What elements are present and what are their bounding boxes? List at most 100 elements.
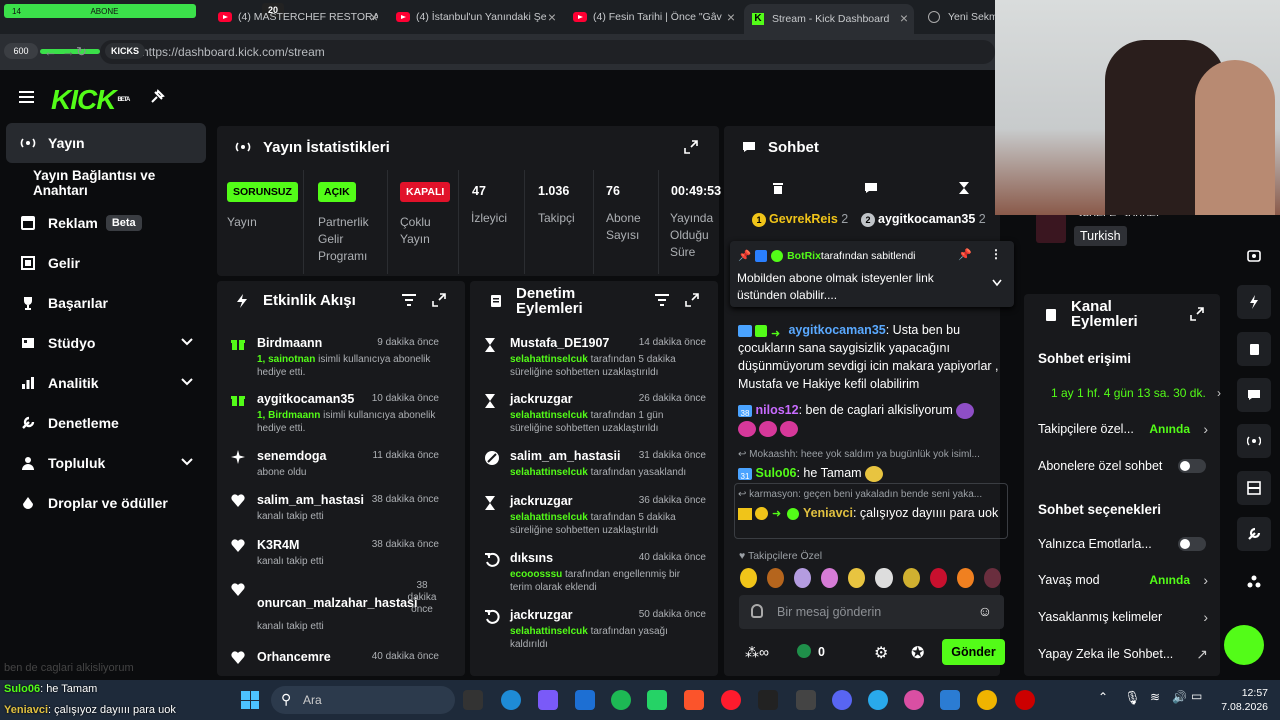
emotes-only-toggle[interactable] (1178, 537, 1206, 551)
moderator-name[interactable]: selahattinselcuk (510, 410, 588, 421)
popout-icon[interactable] (432, 293, 446, 307)
battery-icon[interactable]: ▭ (1191, 689, 1202, 703)
activity-username[interactable]: Birdmaann (257, 336, 322, 350)
activity-username[interactable]: senemdoga (257, 449, 326, 463)
chat-username[interactable]: Sulo06 (755, 466, 796, 480)
taskbar-search[interactable]: ⚲ Ara (271, 686, 455, 714)
top-user-2[interactable]: 2 aygitkocaman35 2 (861, 212, 986, 227)
support-headset-icon[interactable] (1224, 625, 1264, 665)
reload-icon[interactable]: ↻ (76, 44, 87, 60)
kick-logo[interactable]: KICK BETA (51, 86, 130, 114)
document-icon[interactable] (1237, 332, 1271, 366)
emote-icon[interactable] (902, 568, 920, 588)
edge-icon[interactable] (501, 690, 521, 710)
outlook-icon[interactable] (940, 690, 960, 710)
pin-tool-icon[interactable] (149, 89, 165, 105)
emote-picker-icon[interactable]: ✪ (911, 643, 924, 663)
app-icon[interactable] (758, 690, 778, 710)
hourglass-icon[interactable] (958, 181, 970, 195)
sidebar-item-basarilar[interactable]: Başarılar (6, 283, 206, 323)
emote-icon[interactable] (875, 568, 893, 588)
microphone-icon[interactable]: 🎙 (1124, 690, 1141, 706)
chevron-right-icon[interactable]: › (1217, 386, 1221, 400)
app-icon[interactable] (575, 690, 595, 710)
chrome-icon[interactable] (977, 690, 997, 710)
activity-username[interactable]: salim_am_hastasi (257, 493, 364, 507)
activity-username[interactable]: Orhancemre (257, 650, 331, 664)
banned-words-row[interactable]: Yasaklanmış kelimeler › (1038, 609, 1214, 625)
emote-icon[interactable] (794, 568, 812, 588)
moderator-name[interactable]: selahattinselcuk (510, 512, 588, 523)
trash-icon[interactable] (772, 182, 784, 194)
browser-tab[interactable]: Yeni Sekme (928, 6, 995, 28)
sidebar-item-reklam[interactable]: Reklam Beta (6, 203, 206, 243)
followers-only-row[interactable]: Takipçilere özel... Anında › (1038, 421, 1214, 437)
browser-tab-active[interactable]: K Stream - Kick Dashboard × (744, 4, 914, 34)
top-user-1[interactable]: 1 GevrekReis 2 (752, 212, 848, 227)
forward-arrow-icon[interactable]: → (62, 44, 75, 59)
send-button[interactable]: Gönder (942, 639, 1005, 665)
hamburger-menu-icon[interactable] (19, 90, 35, 104)
emote-icon[interactable] (767, 568, 785, 588)
filter-icon[interactable] (402, 294, 416, 306)
sidebar-item-analitik[interactable]: Analitik (6, 363, 206, 403)
activity-highlight[interactable]: 1, sainotnan (257, 354, 315, 365)
tray-chevron-icon[interactable]: ⌃ (1098, 690, 1108, 704)
moderator-name[interactable]: ecooosssu (510, 569, 562, 580)
url-bar[interactable]: KICKS https://dashboard.kick.com/stream (100, 40, 995, 64)
moderation-username[interactable]: jackruzgar (510, 392, 573, 406)
browser-tab[interactable]: (4) MASTERCHEF RESTORA × (218, 6, 378, 28)
wrench-icon[interactable] (1237, 517, 1271, 551)
moderator-name[interactable]: selahattinselcuk (510, 467, 588, 478)
chevron-down-icon[interactable] (180, 335, 194, 349)
app-icon[interactable] (1015, 690, 1035, 710)
whatsapp-icon[interactable] (647, 690, 667, 710)
settings-gear-icon[interactable]: ⚙ (874, 643, 888, 663)
browser-tab[interactable]: (4) İstanbul'un Yanındaki Şe × (396, 6, 556, 28)
subs-only-toggle[interactable] (1178, 459, 1206, 473)
activity-username[interactable]: K3R4M (257, 538, 299, 552)
points-icon[interactable] (797, 644, 811, 658)
activity-username[interactable]: onurcan_malzahar_hastasi (257, 596, 418, 610)
subs-only-row[interactable]: Abonelere özel sohbet (1038, 459, 1214, 473)
layout-icon[interactable] (1237, 471, 1271, 505)
popout-icon[interactable] (1190, 307, 1204, 321)
close-tab-icon[interactable]: × (548, 9, 556, 25)
chevron-down-icon[interactable] (992, 279, 1002, 287)
share-icon[interactable]: ⁂∞ (745, 644, 769, 661)
discord-icon[interactable] (832, 690, 852, 710)
reply-context[interactable]: ↩ Mokaashh: heee yok saldım ya bugünlük … (738, 446, 1004, 464)
chat-username[interactable]: aygitkocaman35 (788, 323, 885, 337)
camera-icon[interactable] (1237, 239, 1271, 273)
emote-icon[interactable] (929, 568, 947, 588)
close-tab-icon[interactable]: × (727, 9, 735, 25)
emote-icon[interactable] (848, 568, 866, 588)
emote-icon[interactable] (956, 568, 974, 588)
app-icon[interactable] (796, 690, 816, 710)
volume-icon[interactable]: 🔊 (1172, 690, 1187, 704)
emote-icon[interactable] (740, 568, 758, 588)
moderation-username[interactable]: dıksıns (510, 551, 553, 565)
telegram-icon[interactable] (868, 690, 888, 710)
activity-highlight[interactable]: 1, Birdmaann (257, 410, 320, 421)
moderation-username[interactable]: jackruzgar (510, 608, 573, 622)
copilot-icon[interactable] (538, 690, 558, 710)
opera-icon[interactable] (721, 690, 741, 710)
moderation-username[interactable]: salim_am_hastasii (510, 449, 621, 463)
emotes-only-row[interactable]: Yalnızca Emotlarla... (1038, 537, 1214, 551)
windows-start-icon[interactable] (241, 691, 259, 709)
sidebar-item-topluluk[interactable]: Topluluk (6, 443, 206, 483)
activity-username[interactable]: aygitkocaman35 (257, 392, 354, 406)
chat-bubble-icon[interactable] (1237, 378, 1271, 412)
chevron-down-icon[interactable] (180, 455, 194, 469)
broadcast-icon[interactable] (1237, 424, 1271, 458)
account-age-value[interactable]: 1 ay 1 hf. 4 gün 13 sa. 30 dk. (1051, 386, 1206, 400)
emote-icon[interactable] (983, 568, 1001, 588)
moderator-name[interactable]: selahattinselcuk (510, 626, 588, 637)
sidebar-item-droplar[interactable]: Droplar ve ödüller (6, 483, 206, 523)
sidebar-item-denetleme[interactable]: Denetleme (6, 403, 206, 443)
chat-username[interactable]: nilos12 (755, 403, 798, 417)
taskbar-clock[interactable]: 12:57 7.08.2026 (1210, 686, 1268, 714)
popout-icon[interactable] (685, 293, 699, 307)
filter-icon[interactable] (655, 294, 669, 306)
